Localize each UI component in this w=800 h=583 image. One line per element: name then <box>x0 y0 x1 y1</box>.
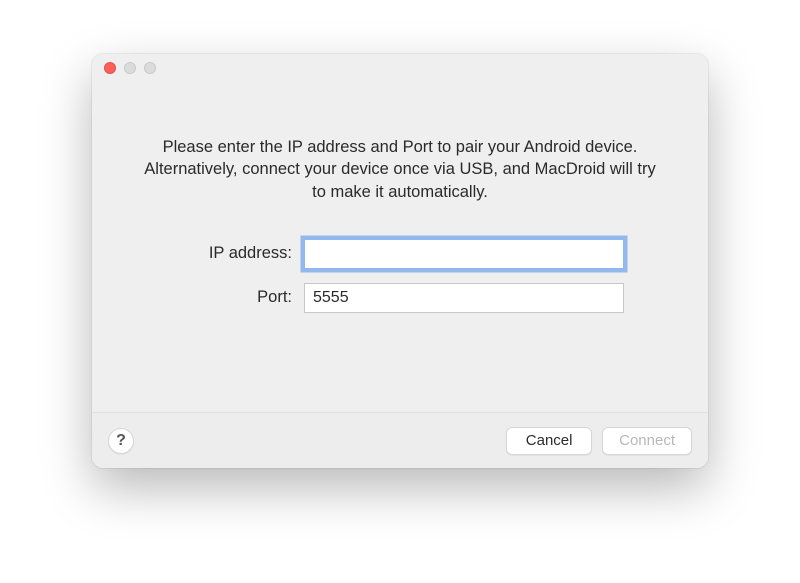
close-icon[interactable] <box>104 62 116 74</box>
help-icon: ? <box>116 433 126 449</box>
minimize-icon <box>124 62 136 74</box>
instructions-text: Please enter the IP address and Port to … <box>136 136 664 203</box>
ip-address-input[interactable] <box>304 239 624 269</box>
dialog-content: Please enter the IP address and Port to … <box>92 82 708 412</box>
cancel-button[interactable]: Cancel <box>506 427 592 455</box>
connect-button: Connect <box>602 427 692 455</box>
titlebar <box>92 54 708 82</box>
port-input[interactable] <box>304 283 624 313</box>
port-label: Port: <box>144 288 304 307</box>
dialog-window: Please enter the IP address and Port to … <box>92 54 708 468</box>
ip-address-label: IP address: <box>144 244 304 263</box>
help-button[interactable]: ? <box>108 428 134 454</box>
dialog-footer: ? Cancel Connect <box>92 412 708 468</box>
zoom-icon <box>144 62 156 74</box>
pairing-form: IP address: Port: <box>144 239 664 313</box>
